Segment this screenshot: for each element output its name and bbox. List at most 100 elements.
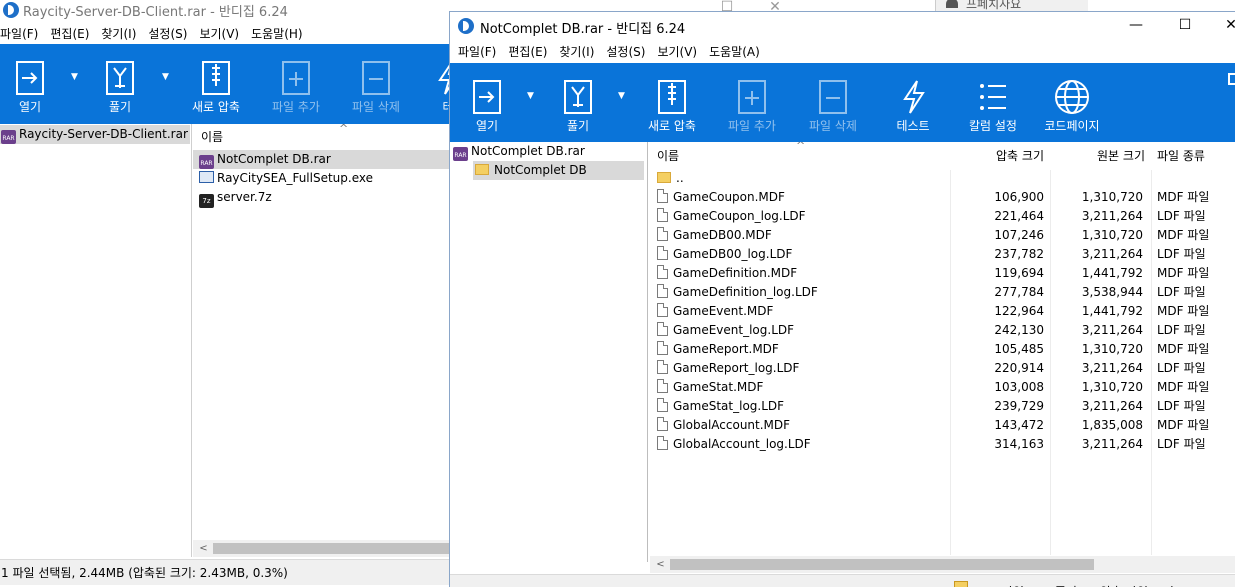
rar-file-icon: RAR (1, 130, 16, 144)
file-name: GameDefinition_log.LDF (673, 285, 818, 299)
front-column-settings-button[interactable]: 칼럼 설정 (953, 63, 1033, 137)
file-name: GameEvent_log.LDF (673, 323, 795, 337)
file-type: MDF 파일 (1157, 418, 1210, 432)
front-new-archive-button[interactable]: 새로 압축 (632, 63, 712, 137)
table-row[interactable]: GameReport_log.LDF 220,914 3,211,264 LDF 파일 (650, 359, 1235, 378)
packed-size: 107,246 (994, 228, 1044, 242)
list-item[interactable]: RAR NotComplet DB.rar (193, 150, 450, 169)
front-open-dropdown-icon[interactable]: ▼ (527, 91, 534, 101)
back-menu-settings[interactable]: 설정(S) (142, 22, 193, 42)
list-item[interactable]: 7z server.7z (193, 188, 450, 208)
table-row[interactable]: GameCoupon_log.LDF 221,464 3,211,264 LDF 파일 (650, 207, 1235, 226)
back-menu-edit[interactable]: 편집(E) (44, 22, 95, 42)
toolbar-overflow-icon[interactable] (1228, 73, 1235, 85)
front-menu-view[interactable]: 보기(V) (651, 40, 703, 60)
back-extract-button[interactable]: 풀기 (80, 44, 160, 118)
original-size: 3,211,264 (1081, 437, 1143, 451)
back-menu-help[interactable]: 도움말(H) (245, 22, 309, 42)
front-tree-root[interactable]: RAR NotComplet DB.rar (450, 142, 646, 161)
file-type: MDF 파일 (1157, 228, 1210, 242)
table-row[interactable]: GameEvent_log.LDF 242,130 3,211,264 LDF 파일 (650, 321, 1235, 340)
front-close-button[interactable]: ✕ (1208, 12, 1235, 40)
table-row[interactable]: GameReport.MDF 105,485 1,310,720 MDF 파일 (650, 340, 1235, 359)
file-name: GameDB00_log.LDF (673, 247, 793, 261)
back-new-archive-button[interactable]: 새로 압축 (176, 44, 256, 118)
back-extract-dropdown-icon[interactable]: ▼ (162, 72, 169, 82)
table-row[interactable]: GameDB00_log.LDF 237,782 3,211,264 LDF 파일 (650, 245, 1235, 264)
file-icon (657, 379, 668, 393)
front-titlebar[interactable]: NotComplet DB.rar - 반디집 6.24 — ☐ ✕ (450, 12, 1235, 40)
front-menu-file[interactable]: 파일(F) (452, 40, 502, 60)
back-horizontal-scrollbar[interactable]: < (193, 540, 450, 557)
front-extract-button[interactable]: 풀기 (538, 63, 618, 137)
front-col-type[interactable]: 파일 종류 (1157, 146, 1205, 166)
front-open-button[interactable]: 열기 (450, 63, 527, 137)
scroll-thumb[interactable] (213, 543, 450, 554)
front-menu-edit[interactable]: 편집(E) (502, 40, 553, 60)
table-row[interactable]: GlobalAccount.MDF 143,472 1,835,008 MDF 파일 (650, 416, 1235, 435)
front-horizontal-scrollbar[interactable]: < (650, 556, 1235, 573)
table-row[interactable]: GameStat_log.LDF 239,729 3,211,264 LDF 파일 (650, 397, 1235, 416)
front-extract-dropdown-icon[interactable]: ▼ (618, 91, 625, 101)
file-type: MDF 파일 (1157, 304, 1210, 318)
file-icon (657, 417, 668, 431)
parent-dir-row[interactable]: .. (650, 169, 1235, 188)
column-settings-icon (980, 84, 1006, 110)
original-size: 3,211,264 (1081, 323, 1143, 337)
back-add-file-label: 파일 추가 (272, 100, 320, 114)
file-name: GameReport.MDF (673, 342, 779, 356)
front-col-name-label: 이름 (657, 149, 680, 163)
back-open-dropdown-icon[interactable]: ▼ (71, 72, 78, 82)
front-col-packed[interactable]: 압축 크기 (950, 146, 1044, 166)
original-size: 3,538,944 (1081, 285, 1143, 299)
back-open-button[interactable]: 열기 (0, 44, 70, 118)
list-item[interactable]: RayCitySEA_FullSetup.exe (193, 169, 450, 188)
back-tree-root[interactable]: RAR Raycity-Server-DB-Client.rar (0, 125, 190, 144)
original-size: 1,441,792 (1081, 266, 1143, 280)
table-row[interactable]: GameDefinition_log.LDF 277,784 3,538,944 LD… (650, 283, 1235, 302)
packed-size: 277,784 (994, 285, 1044, 299)
front-col-original[interactable]: 원본 크기 (1050, 146, 1145, 166)
front-maximize-button[interactable]: ☐ (1162, 12, 1208, 40)
back-delete-file-button[interactable]: 파일 삭제 (336, 44, 416, 118)
front-pane-divider[interactable] (647, 142, 648, 562)
back-menu-view[interactable]: 보기(V) (193, 22, 245, 42)
back-add-file-button[interactable]: 파일 추가 (256, 44, 336, 118)
front-extract-label: 풀기 (566, 119, 590, 133)
table-row[interactable]: GameStat.MDF 103,008 1,310,720 MDF 파일 (650, 378, 1235, 397)
front-tree-folder[interactable]: NotComplet DB (473, 161, 644, 180)
delete-file-icon (362, 61, 390, 95)
front-minimize-button[interactable]: — (1113, 12, 1159, 40)
front-menu-help[interactable]: 도움말(A) (703, 40, 766, 60)
front-test-button[interactable]: 테스트 (873, 63, 953, 137)
scroll-left-icon[interactable]: < (652, 556, 669, 573)
table-row[interactable]: GameEvent.MDF 122,964 1,441,792 MDF 파일 (650, 302, 1235, 321)
table-row[interactable]: GlobalAccount_log.LDF 314,163 3,211,264 LDF… (650, 435, 1235, 454)
front-test-label: 테스트 (896, 119, 930, 133)
back-col-name[interactable]: 이름 (201, 127, 223, 147)
scroll-left-icon[interactable]: < (195, 540, 212, 557)
front-window-title: NotComplet DB.rar - 반디집 6.24 (480, 22, 686, 37)
file-type: LDF 파일 (1157, 399, 1206, 413)
front-delete-file-button[interactable]: 파일 삭제 (793, 63, 873, 137)
back-menu-find[interactable]: 찾기(I) (95, 22, 142, 42)
front-menu-find[interactable]: 찾기(I) (553, 40, 600, 60)
table-row[interactable]: GameDB00.MDF 107,246 1,310,720 MDF 파일 (650, 226, 1235, 245)
packed-size: 122,964 (994, 304, 1044, 318)
front-col-name[interactable]: 이름 (657, 146, 679, 166)
test-icon (903, 80, 925, 114)
back-menu-file[interactable]: 파일(F) (0, 22, 44, 42)
file-name: GlobalAccount_log.LDF (673, 437, 811, 451)
front-new-archive-label: 새로 압축 (648, 119, 696, 133)
back-open-label: 열기 (18, 100, 42, 114)
back-new-archive-label: 새로 압축 (192, 100, 240, 114)
file-icon (657, 208, 668, 222)
packed-size: 314,163 (994, 437, 1044, 451)
table-row[interactable]: GameCoupon.MDF 106,900 1,310,720 MDF 파일 (650, 188, 1235, 207)
front-codepage-button[interactable]: 코드페이지 (1032, 63, 1112, 137)
front-add-file-button[interactable]: 파일 추가 (712, 63, 792, 137)
table-row[interactable]: GameDefinition.MDF 119,694 1,441,792 MDF 파일 (650, 264, 1235, 283)
back-pane-divider[interactable] (191, 124, 192, 557)
front-menu-settings[interactable]: 설정(S) (600, 40, 651, 60)
scroll-thumb[interactable] (670, 559, 1094, 570)
